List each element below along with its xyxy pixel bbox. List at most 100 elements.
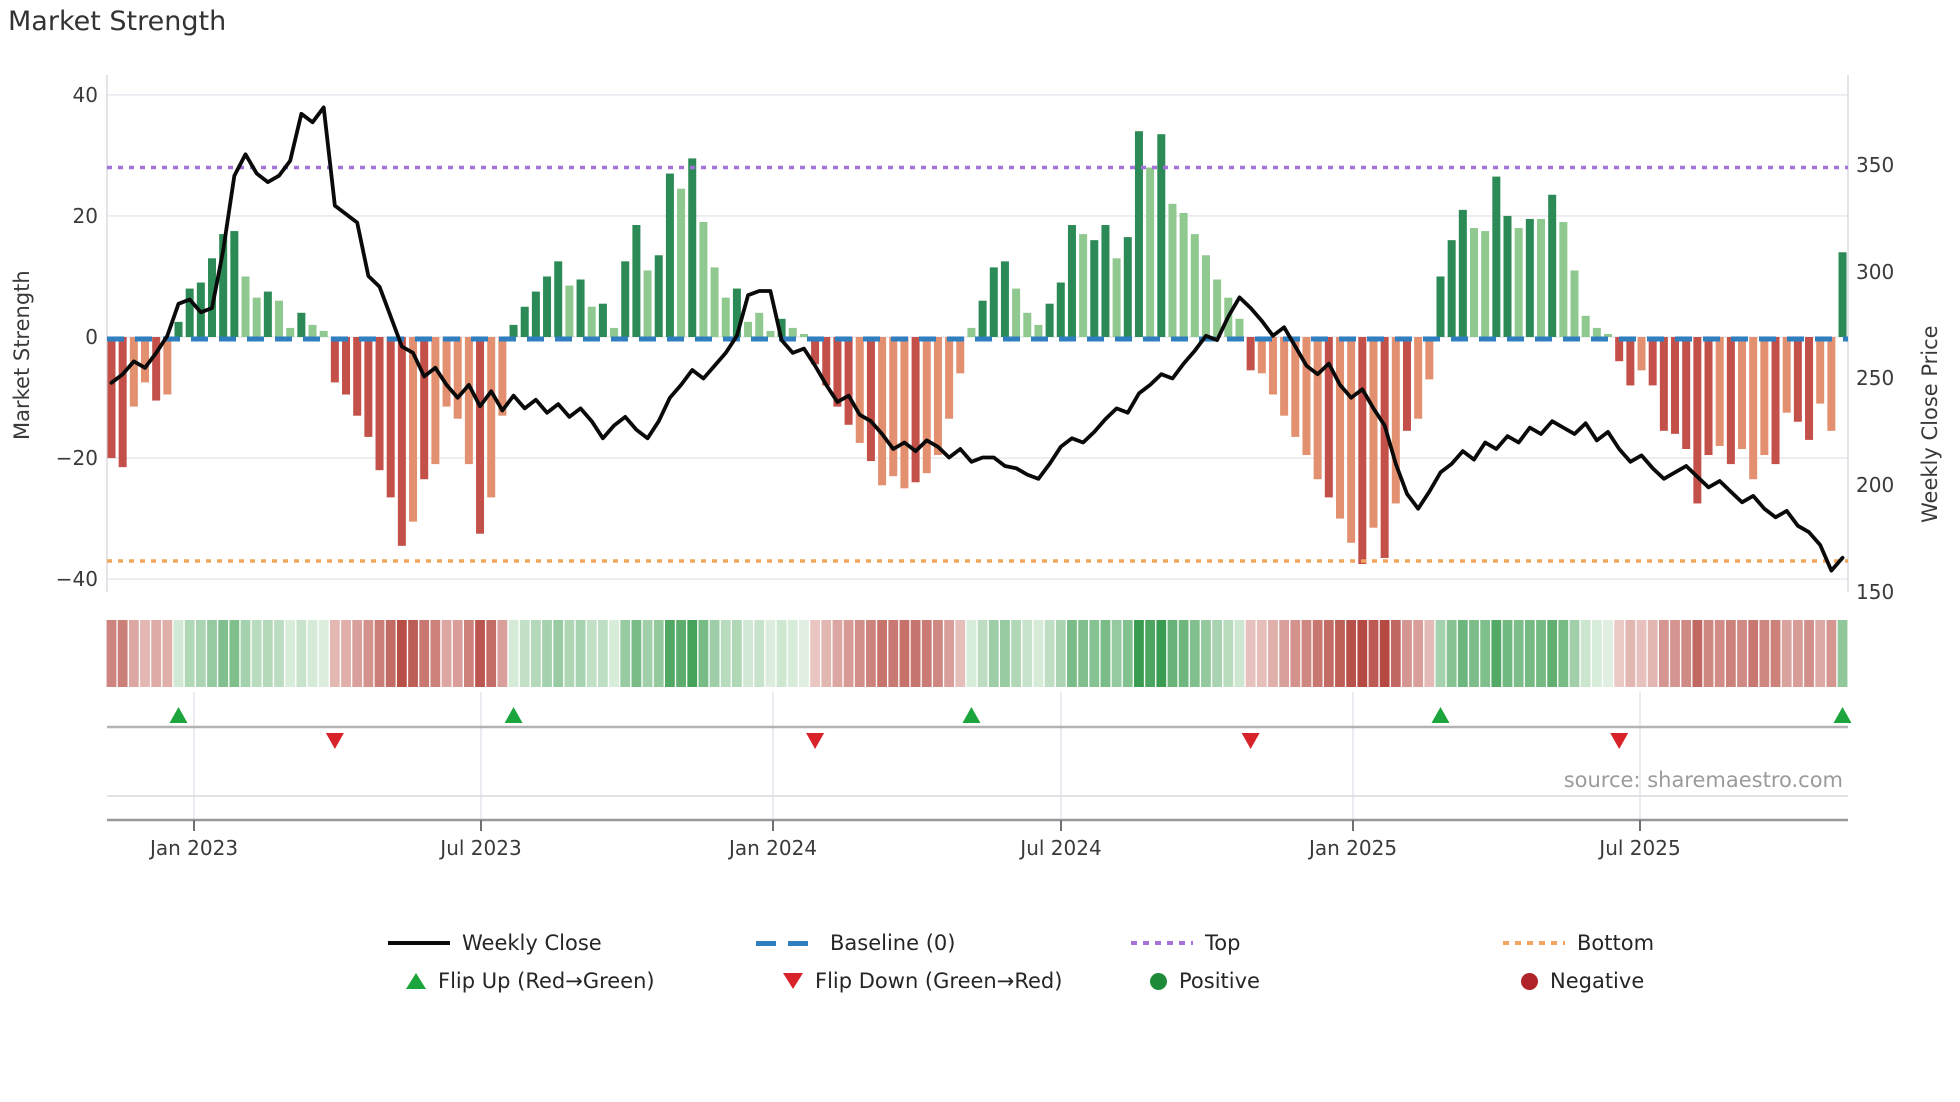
heatmap-cell — [1469, 620, 1479, 687]
heatmap-cell — [542, 620, 552, 687]
heatmap-cell — [1625, 620, 1636, 687]
strength-bar — [1626, 337, 1635, 386]
strength-bar — [1838, 252, 1847, 337]
flip-up-marker — [504, 707, 523, 723]
strength-bar — [1682, 337, 1691, 449]
heatmap-cell — [921, 620, 932, 687]
strength-bar — [330, 337, 339, 383]
strength-bar — [420, 337, 429, 480]
strength-bar — [129, 337, 138, 407]
flip-down-marker — [806, 733, 825, 749]
heatmap-cell — [955, 620, 966, 687]
heatmap-cell — [966, 620, 977, 687]
heatmap-cell — [106, 620, 117, 687]
flip-up-marker — [962, 707, 981, 723]
legend-label: Flip Up (Red→Green) — [438, 969, 655, 993]
heatmap-cell — [1435, 620, 1446, 687]
left-tick-20: 20 — [72, 204, 98, 228]
heatmap-cell — [1268, 620, 1278, 687]
heatmap-cell — [218, 620, 229, 687]
heatmap-cell — [575, 620, 586, 687]
strength-bar — [1816, 337, 1825, 404]
strength-bar — [1134, 131, 1143, 337]
heatmap-cell — [207, 620, 217, 687]
strength-bar — [543, 276, 552, 337]
heatmap-cell — [251, 620, 262, 687]
strength-bar — [621, 261, 630, 337]
heatmap-cell — [1390, 620, 1401, 687]
heatmap-cell — [1156, 620, 1167, 687]
heatmap-cell — [1491, 620, 1502, 687]
heatmap-cell — [888, 620, 899, 687]
heatmap-cell — [1256, 620, 1267, 687]
strength-bar — [710, 267, 719, 337]
x-tick-jan-2025: Jan 2025 — [1308, 836, 1398, 860]
heatmap-cell — [497, 620, 508, 687]
heatmap-cell — [720, 620, 731, 687]
heatmap-cell — [1078, 620, 1089, 687]
heatmap-cell — [597, 620, 608, 687]
strength-bar — [1257, 337, 1266, 374]
legend-label: Negative — [1550, 969, 1645, 993]
heatmap-cell — [1647, 620, 1658, 687]
heatmap-cell — [519, 620, 530, 687]
heatmap-cell — [1089, 620, 1100, 687]
right-tick-250: 250 — [1856, 366, 1895, 390]
heatmap-cell — [1502, 620, 1513, 687]
heatmap-cell — [653, 620, 664, 687]
heatmap-cell — [352, 620, 363, 687]
strength-bar — [1369, 337, 1378, 528]
heatmap-cell — [910, 620, 921, 687]
weekly-close-line-swatch — [388, 941, 450, 945]
heatmap-cell — [1301, 620, 1312, 687]
heatmap-cell — [1804, 620, 1814, 687]
heatmap-cell — [1067, 620, 1077, 687]
legend-label: Bottom — [1577, 931, 1655, 955]
strength-bar — [1715, 337, 1724, 446]
strength-bar — [375, 337, 384, 471]
strength-bar — [632, 225, 641, 337]
heatmap-cell — [1212, 620, 1223, 687]
strength-bar — [107, 337, 116, 459]
heatmap-cell — [285, 620, 296, 687]
strength-bar — [989, 267, 998, 337]
legend-label: Flip Down (Green→Red) — [815, 969, 1063, 993]
strength-bar — [889, 337, 898, 477]
strength-bar — [1793, 337, 1802, 422]
heatmap-cell — [732, 620, 742, 687]
flip-up-triangle-icon — [406, 973, 426, 989]
bottom-dotted-swatch — [1503, 941, 1565, 945]
strength-bar — [643, 270, 652, 337]
strength-bar — [1503, 215, 1512, 337]
heatmap-cell — [229, 620, 240, 687]
heatmap-cell — [329, 620, 340, 687]
heatmap-cell — [1011, 620, 1022, 687]
heatmap-cell — [609, 620, 619, 687]
strength-bar — [442, 337, 451, 407]
heatmap-cell — [1703, 620, 1714, 687]
strength-bar — [1313, 337, 1322, 480]
legend-label: Weekly Close — [462, 931, 602, 955]
heatmap-cell — [1223, 620, 1234, 687]
x-tick-jan-2023: Jan 2023 — [149, 836, 239, 860]
strength-bar — [509, 324, 518, 337]
strength-bar — [956, 337, 965, 374]
flip-down-marker — [325, 733, 344, 749]
heatmap-cell — [140, 620, 150, 687]
strength-bar — [1168, 203, 1177, 337]
heatmap-cell — [1044, 620, 1055, 687]
heatmap-cell — [1178, 620, 1189, 687]
heatmap-cell — [620, 620, 631, 687]
heatmap-cell — [1134, 620, 1144, 687]
strength-bar — [431, 337, 440, 465]
strength-bar — [286, 327, 295, 337]
left-tick-neg20: −20 — [55, 446, 98, 470]
heatmap-cell — [1145, 620, 1156, 687]
heatmap-cell — [1457, 620, 1468, 687]
heatmap-cell — [195, 620, 206, 687]
strength-bar — [1581, 315, 1590, 337]
strength-bar — [1414, 337, 1423, 419]
heatmap-cell — [1022, 620, 1033, 687]
flip-down-triangle-icon — [783, 973, 803, 989]
strength-bar — [1123, 237, 1132, 337]
